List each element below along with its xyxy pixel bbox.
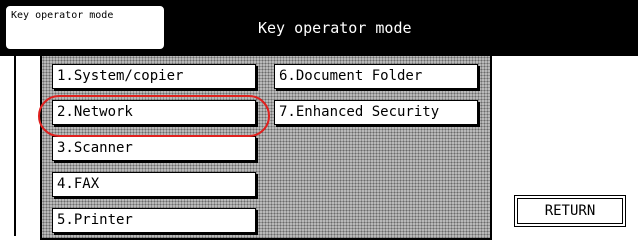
return-button[interactable]: RETURN [514, 195, 626, 227]
menu-item-printer[interactable]: 5.Printer [52, 208, 256, 233]
menu-item-scanner[interactable]: 3.Scanner [52, 136, 256, 161]
menu-item-network[interactable]: 2.Network [52, 100, 256, 125]
menu-item-label: 1.System/copier [57, 68, 184, 84]
panel-divider [14, 56, 16, 236]
header-bar: Key operator mode Key operator mode [0, 0, 638, 56]
menu-item-system-copier[interactable]: 1.System/copier [52, 64, 256, 89]
page-title: Key operator mode [258, 19, 412, 37]
menu-item-label: 5.Printer [57, 212, 133, 228]
menu-item-label: 6.Document Folder [279, 68, 423, 84]
mode-tab[interactable]: Key operator mode [6, 6, 164, 49]
menu-item-label: 2.Network [57, 104, 133, 120]
return-button-label: RETURN [544, 203, 596, 219]
menu-item-enhanced-security[interactable]: 7.Enhanced Security [274, 100, 478, 125]
menu-item-label: 4.FAX [57, 176, 100, 192]
mode-tab-label: Key operator mode [11, 10, 114, 21]
menu-item-label: 3.Scanner [57, 140, 133, 156]
menu-item-label: 7.Enhanced Security [279, 104, 440, 120]
menu-item-fax[interactable]: 4.FAX [52, 172, 256, 197]
menu-item-document-folder[interactable]: 6.Document Folder [274, 64, 478, 89]
